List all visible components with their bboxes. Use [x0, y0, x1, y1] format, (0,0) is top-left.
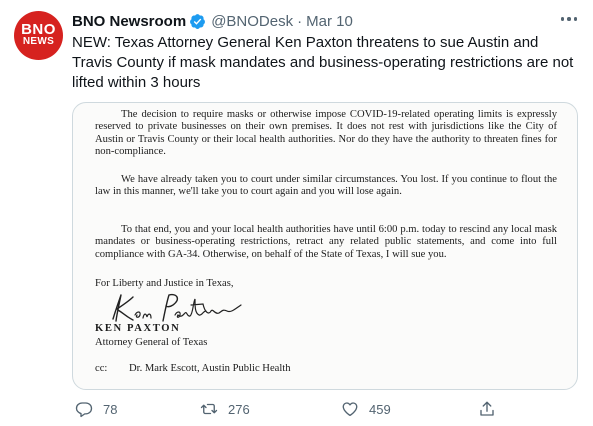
avatar-text-bottom: NEWS — [22, 36, 55, 47]
tweet-image[interactable]: The decision to require masks or otherwi… — [72, 102, 578, 390]
reply-count: 78 — [103, 401, 118, 417]
more-icon[interactable] — [559, 12, 579, 26]
letter-document: The decision to require masks or otherwi… — [73, 103, 577, 389]
share-icon — [480, 401, 494, 416]
reply-button[interactable]: 78 — [75, 399, 117, 419]
cc-label: cc: — [95, 363, 108, 374]
reply-icon — [75, 402, 93, 418]
letter-paragraph-3: To that end, you and your local health a… — [95, 224, 557, 260]
signer-name: KEN PAXTON — [95, 323, 181, 334]
tweet-text: NEW: Texas Attorney General Ken Paxton t… — [72, 34, 574, 91]
tweet[interactable]: BNO NEWS BNO Newsroom @BNODesk · Mar 10 … — [0, 0, 593, 426]
verified-badge-icon — [190, 13, 206, 29]
retweet-count: 276 — [228, 401, 250, 417]
retweet-button[interactable]: 276 — [200, 399, 250, 419]
avatar-text-top: BNO — [21, 21, 56, 38]
retweet-icon — [200, 403, 218, 415]
handwritten-signature — [112, 293, 242, 322]
letter-paragraph-1: The decision to require masks or otherwi… — [95, 109, 557, 158]
share-button[interactable] — [478, 399, 496, 419]
tweet-date[interactable]: Mar 10 — [306, 13, 353, 30]
handle[interactable]: @BNODesk — [211, 13, 293, 30]
letter-paragraph-2: We have already taken you to court under… — [95, 174, 557, 198]
display-name[interactable]: BNO Newsroom — [72, 13, 186, 30]
like-count: 459 — [369, 401, 391, 417]
letter-closing: For Liberty and Justice in Texas, — [95, 278, 234, 289]
action-bar: 78 276 459 — [72, 399, 578, 419]
separator-dot: · — [297, 12, 303, 30]
like-button[interactable]: 459 — [341, 399, 391, 419]
signer-title: Attorney General of Texas — [95, 337, 208, 348]
avatar[interactable]: BNO NEWS — [14, 11, 63, 60]
like-icon — [342, 402, 358, 417]
cc-value: Dr. Mark Escott, Austin Public Health — [129, 363, 291, 374]
tweet-header: BNO Newsroom @BNODesk · Mar 10 — [72, 10, 353, 32]
